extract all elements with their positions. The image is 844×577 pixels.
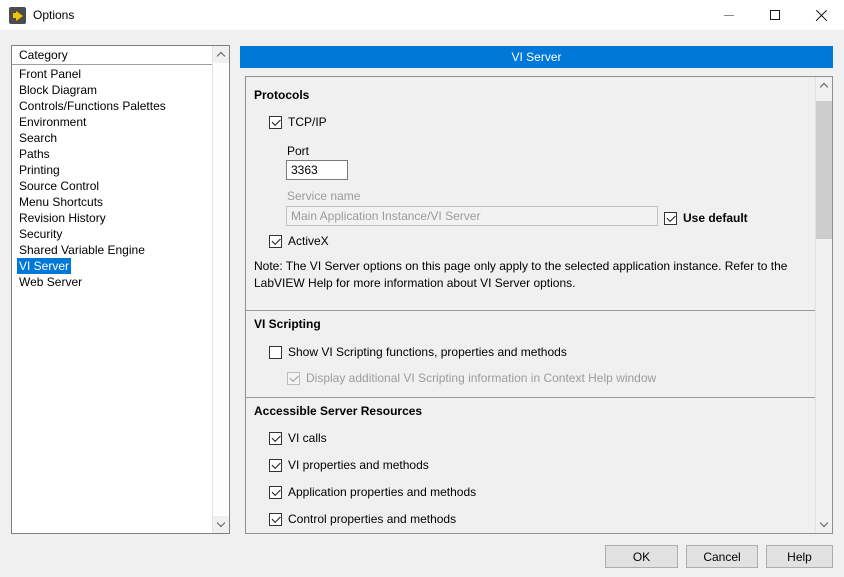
category-items: Front Panel Block Diagram Controls/Funct… <box>12 66 212 290</box>
category-item[interactable]: Source Control <box>12 178 212 194</box>
vi-properties-checkbox[interactable]: VI properties and methods <box>269 457 429 473</box>
scroll-up-button[interactable] <box>213 46 229 63</box>
category-item[interactable]: Controls/Functions Palettes <box>12 98 212 114</box>
labview-app-icon <box>9 7 26 24</box>
checkbox-icon <box>269 513 282 526</box>
close-button[interactable] <box>798 0 844 30</box>
display-additional-label: Display additional VI Scripting informat… <box>306 371 656 385</box>
tcpip-label: TCP/IP <box>288 115 327 129</box>
service-name-label: Service name <box>287 189 360 203</box>
vi-calls-checkbox[interactable]: VI calls <box>269 430 327 446</box>
checkbox-icon <box>287 372 300 385</box>
chevron-up-icon <box>820 83 828 91</box>
category-item[interactable]: Security <box>12 226 212 242</box>
activex-checkbox[interactable]: ActiveX <box>269 233 329 249</box>
use-default-label: Use default <box>683 211 748 225</box>
ok-button[interactable]: OK <box>605 545 678 568</box>
scroll-down-button[interactable] <box>213 516 229 533</box>
checkbox-icon <box>269 346 282 359</box>
category-item[interactable]: VI Server <box>12 258 212 274</box>
section-divider <box>246 310 815 311</box>
display-additional-checkbox: Display additional VI Scripting informat… <box>287 370 656 386</box>
vi-scripting-heading: VI Scripting <box>254 317 321 331</box>
minimize-icon <box>724 15 734 16</box>
category-item[interactable]: Front Panel <box>12 66 212 82</box>
settings-panel: Protocols TCP/IP Port Service name Use d… <box>245 76 833 534</box>
cancel-button[interactable]: Cancel <box>686 545 758 568</box>
category-scrollbar[interactable] <box>212 46 229 533</box>
category-item[interactable]: Revision History <box>12 210 212 226</box>
scrollbar-thumb[interactable] <box>816 101 832 239</box>
scroll-up-button[interactable] <box>816 77 832 94</box>
tcpip-checkbox[interactable]: TCP/IP <box>269 114 327 130</box>
port-input[interactable] <box>286 160 348 180</box>
control-properties-checkbox[interactable]: Control properties and methods <box>269 511 456 527</box>
title-bar: Options <box>0 0 844 30</box>
use-default-checkbox[interactable]: Use default <box>664 210 748 226</box>
checkbox-icon <box>269 235 282 248</box>
chevron-down-icon <box>217 519 225 527</box>
checkbox-icon <box>269 432 282 445</box>
checkbox-icon <box>664 212 677 225</box>
category-item[interactable]: Printing <box>12 162 212 178</box>
port-label: Port <box>287 144 309 158</box>
application-properties-checkbox[interactable]: Application properties and methods <box>269 484 476 500</box>
maximize-button[interactable] <box>752 0 798 30</box>
close-icon <box>815 9 828 22</box>
vi-calls-label: VI calls <box>288 431 327 445</box>
section-divider <box>246 397 815 398</box>
checkbox-icon <box>269 459 282 472</box>
activex-label: ActiveX <box>288 234 329 248</box>
vi-server-note: Note: The VI Server options on this page… <box>254 258 828 292</box>
scroll-down-button[interactable] <box>816 516 832 533</box>
category-list-header: Category <box>12 46 212 65</box>
show-vi-scripting-checkbox[interactable]: Show VI Scripting functions, properties … <box>269 344 567 360</box>
category-item[interactable]: Web Server <box>12 274 212 290</box>
control-properties-label: Control properties and methods <box>288 512 456 526</box>
category-item[interactable]: Search <box>12 130 212 146</box>
checkbox-icon <box>269 116 282 129</box>
service-name-input <box>286 206 658 226</box>
accessible-resources-heading: Accessible Server Resources <box>254 404 422 418</box>
maximize-icon <box>770 10 780 20</box>
help-button[interactable]: Help <box>766 545 833 568</box>
chevron-up-icon <box>217 52 225 60</box>
checkbox-icon <box>269 486 282 499</box>
panel-scrollbar[interactable] <box>815 77 832 533</box>
category-item[interactable]: Paths <box>12 146 212 162</box>
chevron-down-icon <box>820 519 828 527</box>
category-item[interactable]: Menu Shortcuts <box>12 194 212 210</box>
category-item[interactable]: Shared Variable Engine <box>12 242 212 258</box>
show-vi-scripting-label: Show VI Scripting functions, properties … <box>288 345 567 359</box>
window-title: Options <box>33 0 74 30</box>
category-item[interactable]: Environment <box>12 114 212 130</box>
vi-properties-label: VI properties and methods <box>288 458 429 472</box>
application-properties-label: Application properties and methods <box>288 485 476 499</box>
category-list: Category Front Panel Block Diagram Contr… <box>11 45 230 534</box>
minimize-button[interactable] <box>706 0 752 30</box>
protocols-heading: Protocols <box>254 88 309 102</box>
panel-title: VI Server <box>240 46 833 68</box>
category-item[interactable]: Block Diagram <box>12 82 212 98</box>
